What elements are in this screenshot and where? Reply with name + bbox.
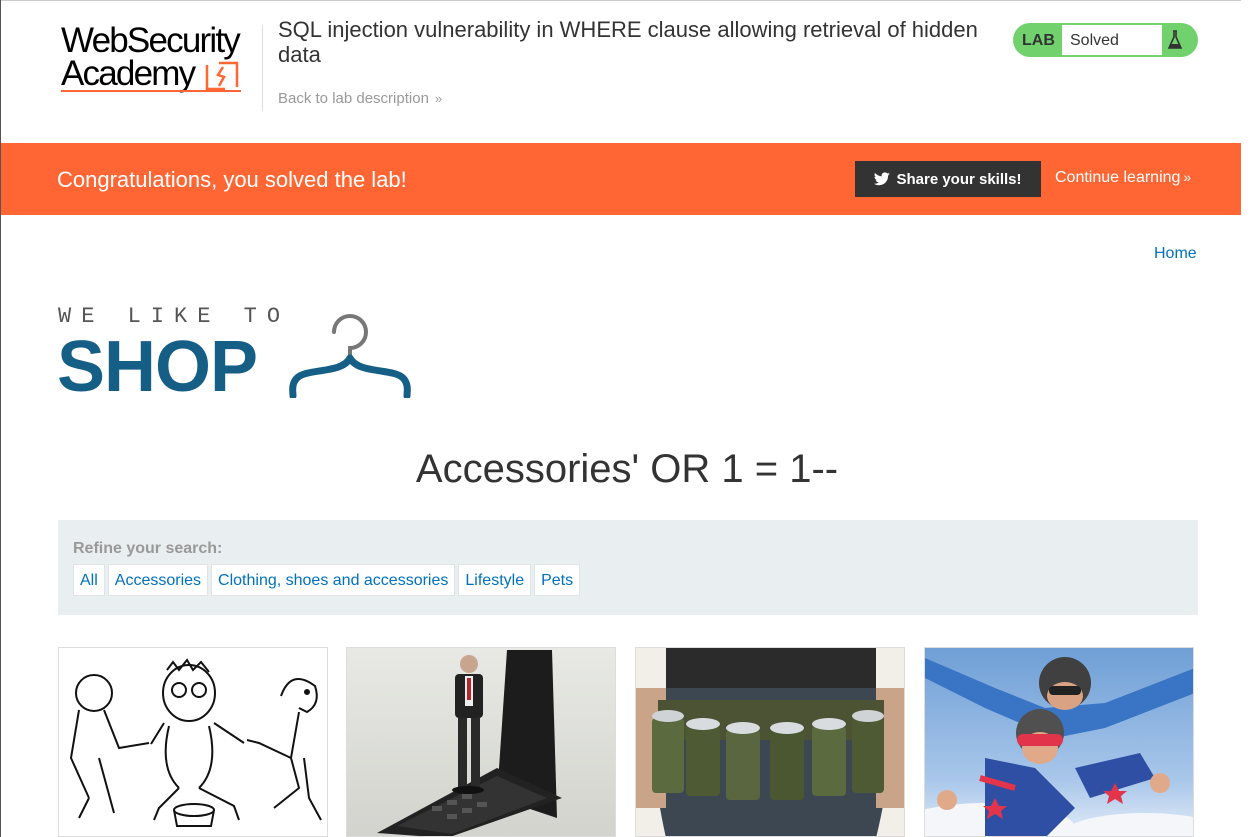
filter-all[interactable]: All: [73, 564, 105, 596]
web-security-academy-logo[interactable]: WebSecurity Academy: [61, 23, 261, 95]
filter-clothing-shoes-accessories[interactable]: Clothing, shoes and accessories: [211, 564, 456, 596]
double-chevron-right-icon: »: [434, 91, 443, 106]
lab-header: WebSecurity Academy SQL injection vulner…: [1, 0, 1241, 143]
congratulations-banner: Congratulations, you solved the lab! Sha…: [1, 143, 1241, 215]
lab-status-widget: LAB Solved: [1013, 23, 1198, 57]
header-divider: [262, 25, 263, 111]
filter-pets[interactable]: Pets: [534, 564, 581, 596]
flask-icon: [1168, 30, 1182, 49]
product-card[interactable]: [58, 647, 328, 837]
product-image-beer-belt: [636, 648, 904, 836]
shop-logo-word: SHOP: [57, 327, 258, 407]
logo-underline: [61, 90, 241, 92]
filter-panel: Refine your search: All Accessories Clot…: [58, 520, 1198, 615]
logo-line-1: WebSecurity: [61, 21, 241, 60]
filter-lifestyle[interactable]: Lifestyle: [458, 564, 532, 596]
lab-status-label: LAB: [1022, 32, 1055, 49]
refine-search-label: Refine your search:: [73, 540, 223, 557]
page-heading: Accessories' OR 1 = 1--: [415, 447, 839, 491]
filter-accessories[interactable]: Accessories: [107, 564, 209, 596]
double-chevron-right-icon: »: [1183, 169, 1192, 185]
product-card[interactable]: [635, 647, 905, 837]
product-card[interactable]: [924, 647, 1194, 837]
clothes-hanger-icon: [289, 314, 411, 398]
share-button-label: Share your skills!: [896, 170, 1022, 188]
product-image-figurine-phone: [347, 648, 615, 836]
product-grid: [58, 647, 1198, 837]
logo-bolt-icon: [205, 61, 239, 91]
continue-learning-label: Continue learning: [1055, 169, 1181, 186]
home-link[interactable]: Home: [1154, 245, 1197, 263]
back-to-lab-description-link[interactable]: Back to lab description »: [278, 90, 442, 107]
product-image-cartoon: [59, 648, 327, 836]
twitter-icon: [874, 172, 891, 186]
lab-status-value: Solved: [1070, 32, 1119, 49]
continue-learning-link[interactable]: Continue learning»: [1055, 169, 1191, 187]
logo-line-2: Academy: [61, 54, 196, 93]
category-filters: All Accessories Clothing, shoes and acce…: [73, 564, 581, 596]
lab-title: SQL injection vulnerability in WHERE cla…: [278, 17, 978, 67]
congratulations-message: Congratulations, you solved the lab!: [57, 167, 407, 192]
product-card[interactable]: [346, 647, 616, 837]
product-image-skydivers: [925, 648, 1193, 836]
share-your-skills-button[interactable]: Share your skills!: [855, 161, 1041, 197]
we-like-to-shop-logo[interactable]: WE LIKE TO SHOP: [57, 300, 417, 407]
lab-status-box: Solved: [1062, 25, 1162, 55]
back-link-label: Back to lab description: [278, 90, 429, 107]
